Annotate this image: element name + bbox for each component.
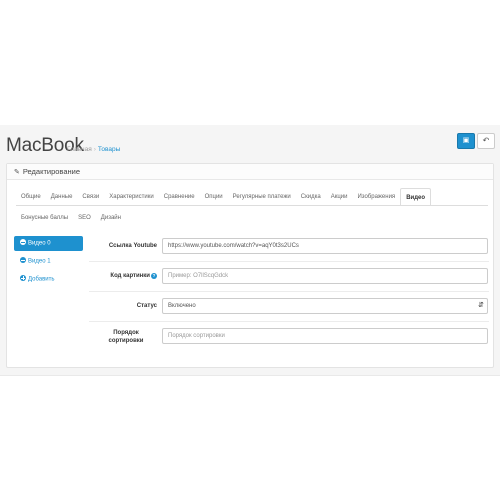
video-nav-item-1[interactable]: Видео 1 (14, 254, 83, 269)
add-icon (20, 275, 26, 281)
sort-order-input[interactable]: Порядок сортировки (162, 328, 488, 344)
row-divider (89, 321, 489, 322)
tab-links[interactable]: Связи (77, 188, 104, 206)
status-selected-value: Включено (168, 303, 196, 309)
tab-attributes[interactable]: Характеристики (104, 188, 159, 206)
youtube-link-label: Ссылка Youtube (108, 243, 157, 249)
content-area: MacBook Главная › Товары ▣ ↶ ✎ Редактирован… (0, 125, 500, 375)
tab-design[interactable]: Дизайн (96, 209, 126, 227)
video-nav-item-0[interactable]: Видео 0 (14, 236, 83, 251)
tab-divider (16, 205, 488, 206)
tab-reward-points[interactable]: Бонусные баллы (16, 209, 73, 227)
image-code-label: Код картинки? (89, 272, 157, 280)
breadcrumb: Главная › Товары (67, 146, 120, 153)
remove-icon[interactable] (20, 257, 26, 263)
status-select[interactable]: Включено ⇵ (162, 298, 488, 314)
video-nav-label: Видео 1 (28, 258, 51, 265)
add-video-label: Добавить (28, 276, 55, 283)
add-video-button[interactable]: Добавить (14, 272, 83, 287)
page-header: MacBook Главная › Товары ▣ ↶ (6, 133, 495, 157)
tab-options[interactable]: Опции (200, 188, 228, 206)
chevron-updown-icon: ⇵ (478, 302, 484, 309)
panel-heading: ✎ Редактирование (7, 164, 493, 180)
help-icon[interactable]: ? (151, 273, 157, 279)
save-button[interactable]: ▣ (457, 133, 475, 149)
status-label: Статус (136, 303, 157, 309)
video-nav: Видео 0 Видео 1 Добавить (14, 236, 83, 290)
breadcrumb-products[interactable]: Товары (98, 146, 120, 153)
breadcrumb-home[interactable]: Главная (67, 146, 92, 153)
back-button[interactable]: ↶ (477, 133, 495, 149)
row-divider (89, 291, 489, 292)
tab-video[interactable]: Видео (400, 188, 432, 206)
tab-discount[interactable]: Скидка (296, 188, 326, 206)
tab-images[interactable]: Изображения (352, 188, 400, 206)
save-icon: ▣ (462, 137, 470, 144)
sort-order-label: Порядок сортировки (108, 330, 144, 344)
panel-heading-label: Редактирование (22, 167, 81, 176)
remove-icon[interactable] (20, 239, 26, 245)
tab-compare[interactable]: Сравнение (159, 188, 200, 206)
tab-row-1: Общие Данные Связи Характеристики Сравне… (16, 188, 432, 206)
youtube-link-input[interactable]: https://www.youtube.com/watch?v=aqY0t3s2… (162, 238, 488, 254)
edit-panel: ✎ Редактирование Общие Данные Связи Харак… (6, 163, 494, 368)
page-bottom-border (0, 375, 500, 376)
back-icon: ↶ (482, 136, 490, 145)
row-divider (89, 261, 489, 262)
video-nav-label: Видео 0 (28, 240, 51, 247)
pencil-icon: ✎ (14, 169, 20, 176)
breadcrumb-separator: › (93, 146, 96, 153)
image-code-label-text: Код картинки (110, 273, 150, 279)
tab-seo[interactable]: SEO (73, 209, 96, 227)
image-code-input[interactable]: Пример: O7llScqGdck (162, 268, 488, 284)
tab-row-2: Бонусные баллы SEO Дизайн (16, 209, 126, 227)
tab-recurring[interactable]: Регулярные платежи (228, 188, 296, 206)
tab-special[interactable]: Акции (326, 188, 353, 206)
tab-data[interactable]: Данные (46, 188, 78, 206)
tab-general[interactable]: Общие (16, 188, 46, 206)
